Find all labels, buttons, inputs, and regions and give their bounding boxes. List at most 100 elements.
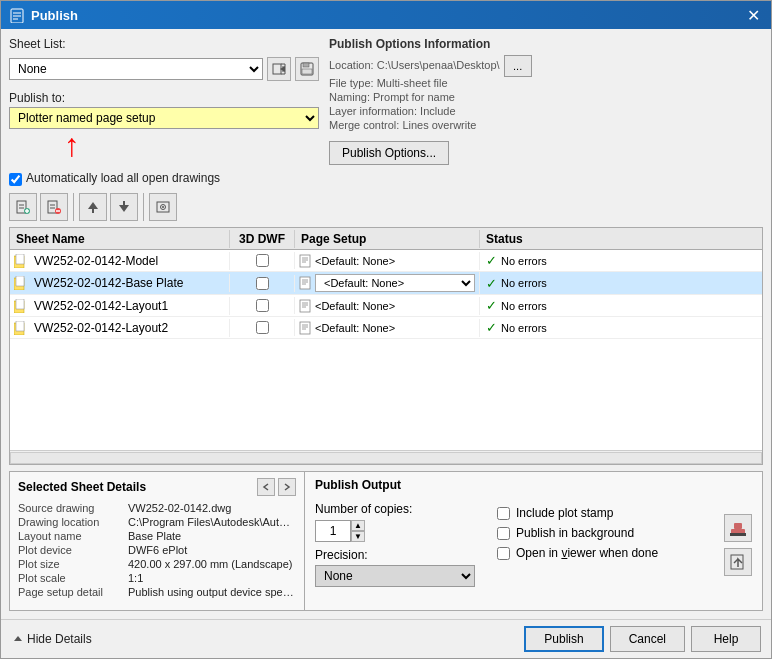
add-sheet-button[interactable] — [9, 193, 37, 221]
page-setup-icon — [299, 299, 313, 313]
publish-background-checkbox[interactable] — [497, 527, 510, 540]
layer-row: Layer information: Include — [329, 105, 763, 117]
cell-3ddwf[interactable] — [230, 275, 295, 292]
output-left: Number of copies: ▲ ▼ Precision: None — [315, 502, 485, 587]
publish-to-row: Plotter named page setupPDFDWFDWFx — [9, 107, 319, 129]
top-section: Sheet List: None — [9, 37, 763, 221]
page-setup-icon — [299, 276, 313, 290]
detail-row: Layout name Base Plate — [18, 530, 296, 542]
publish-button[interactable]: Publish — [524, 626, 603, 652]
publish-to-label: Publish to: — [9, 91, 319, 105]
move-up-button[interactable] — [79, 193, 107, 221]
auto-load-checkbox[interactable] — [9, 173, 22, 186]
stamp-icon — [729, 519, 747, 537]
move-up-icon — [85, 199, 101, 215]
stamp-icon-button[interactable] — [724, 514, 752, 542]
svg-marker-23 — [119, 205, 129, 212]
detail-icon-next[interactable] — [278, 478, 296, 496]
title-bar: Publish ✕ — [1, 1, 771, 29]
copies-down-button[interactable]: ▼ — [351, 531, 365, 542]
svg-rect-35 — [16, 276, 24, 286]
precision-label: Precision: — [315, 548, 485, 562]
remove-sheet-button[interactable] — [40, 193, 68, 221]
table-row[interactable]: VW252-02-0142-Layout2 <Default: None> — [10, 317, 762, 339]
detail-icon-prev[interactable] — [257, 478, 275, 496]
include-stamp-checkbox[interactable] — [497, 507, 510, 520]
cell-3ddwf[interactable] — [230, 319, 295, 336]
publish-options-info: Publish Options Information Location: C:… — [329, 37, 763, 165]
3ddwf-checkbox[interactable] — [256, 321, 269, 334]
svg-rect-29 — [16, 254, 24, 264]
preview-button[interactable] — [149, 193, 177, 221]
svg-rect-56 — [730, 533, 746, 536]
cancel-button[interactable]: Cancel — [610, 626, 685, 652]
left-panel: Sheet List: None — [9, 37, 319, 221]
move-down-icon — [116, 199, 132, 215]
col-header-3ddwf: 3D DWF — [230, 230, 295, 248]
checkboxes-col: Include plot stamp Publish in background… — [497, 506, 706, 560]
svg-rect-47 — [16, 321, 24, 331]
save-sheet-list-button[interactable] — [295, 57, 319, 81]
horizontal-scrollbar[interactable] — [10, 452, 762, 464]
copies-label: Number of copies: — [315, 502, 485, 516]
save-icon — [300, 62, 314, 76]
detail-row: Plot size 420.00 x 297.00 mm (Landscape) — [18, 558, 296, 570]
publish-to-select[interactable]: Plotter named page setupPDFDWFDWFx — [9, 107, 319, 129]
page-setup-select[interactable]: <Default: None> — [315, 274, 475, 292]
bottom-section: Selected Sheet Details — [9, 471, 763, 611]
sheet-list-select[interactable]: None — [9, 58, 263, 80]
open-viewer-checkbox[interactable] — [497, 547, 510, 560]
browse-location-button[interactable]: ... — [504, 55, 532, 77]
footer-left: Hide Details — [11, 630, 518, 648]
help-button[interactable]: Help — [691, 626, 761, 652]
toolbar-separator — [73, 193, 74, 221]
output-side-icons — [724, 502, 752, 587]
arrow-indicator: ↑ — [9, 133, 319, 165]
svg-rect-36 — [300, 277, 310, 289]
table-row[interactable]: VW252-02-0142-Model <Default: None> — [10, 250, 762, 272]
precision-select[interactable]: None — [315, 565, 475, 587]
publish-output-panel: Publish Output Number of copies: ▲ ▼ — [305, 472, 762, 610]
copies-up-button[interactable]: ▲ — [351, 520, 365, 531]
hide-details-button[interactable]: Hide Details — [11, 630, 94, 648]
table-row[interactable]: VW252-02-0142-Base Plate <Defa — [10, 272, 762, 295]
col-header-page-setup: Page Setup — [295, 230, 480, 248]
detail-row: Page setup detail Publish using output d… — [18, 586, 296, 598]
background-icon-button[interactable] — [724, 548, 752, 576]
col-header-status: Status — [480, 230, 762, 248]
publish-options-button[interactable]: Publish Options... — [329, 141, 449, 165]
table-scrollbar[interactable] — [10, 450, 762, 464]
cell-3ddwf[interactable] — [230, 297, 295, 314]
chevron-up-icon — [13, 634, 23, 644]
cell-3ddwf[interactable] — [230, 252, 295, 269]
title-bar-left: Publish — [9, 7, 78, 23]
load-sheet-list-button[interactable] — [267, 57, 291, 81]
sheet-list-row: None — [9, 57, 319, 81]
svg-rect-8 — [303, 63, 309, 67]
cell-sheet-name: VW252-02-0142-Layout1 — [10, 297, 230, 315]
sheet-details-icons — [257, 478, 296, 496]
next-icon — [282, 482, 292, 492]
svg-marker-59 — [14, 636, 22, 641]
naming-row: Naming: Prompt for name — [329, 91, 763, 103]
include-stamp-option: Include plot stamp — [497, 506, 706, 520]
table-row[interactable]: VW252-02-0142-Layout1 <Default: None> — [10, 295, 762, 317]
hide-details-label: Hide Details — [27, 632, 92, 646]
3ddwf-checkbox[interactable] — [256, 277, 269, 290]
location-row: Location: C:\Users\penaa\Desktop\ ... — [329, 55, 763, 77]
publish-options-title: Publish Options Information — [329, 37, 763, 51]
sheet-icon — [14, 299, 30, 313]
file-type-row: File type: Multi-sheet file — [329, 77, 763, 89]
copies-input-row: ▲ ▼ — [315, 520, 485, 542]
3ddwf-checkbox[interactable] — [256, 254, 269, 267]
copies-input[interactable] — [315, 520, 351, 542]
svg-rect-55 — [734, 523, 742, 529]
red-arrow-icon: ↑ — [64, 129, 80, 161]
close-button[interactable]: ✕ — [743, 5, 763, 25]
sheet-icon — [14, 321, 30, 335]
3ddwf-checkbox[interactable] — [256, 299, 269, 312]
move-down-button[interactable] — [110, 193, 138, 221]
cell-sheet-name: VW252-02-0142-Base Plate — [10, 274, 230, 292]
table-header: Sheet Name 3D DWF Page Setup Status — [10, 228, 762, 250]
sheets-table: Sheet Name 3D DWF Page Setup Status VW25… — [9, 227, 763, 465]
